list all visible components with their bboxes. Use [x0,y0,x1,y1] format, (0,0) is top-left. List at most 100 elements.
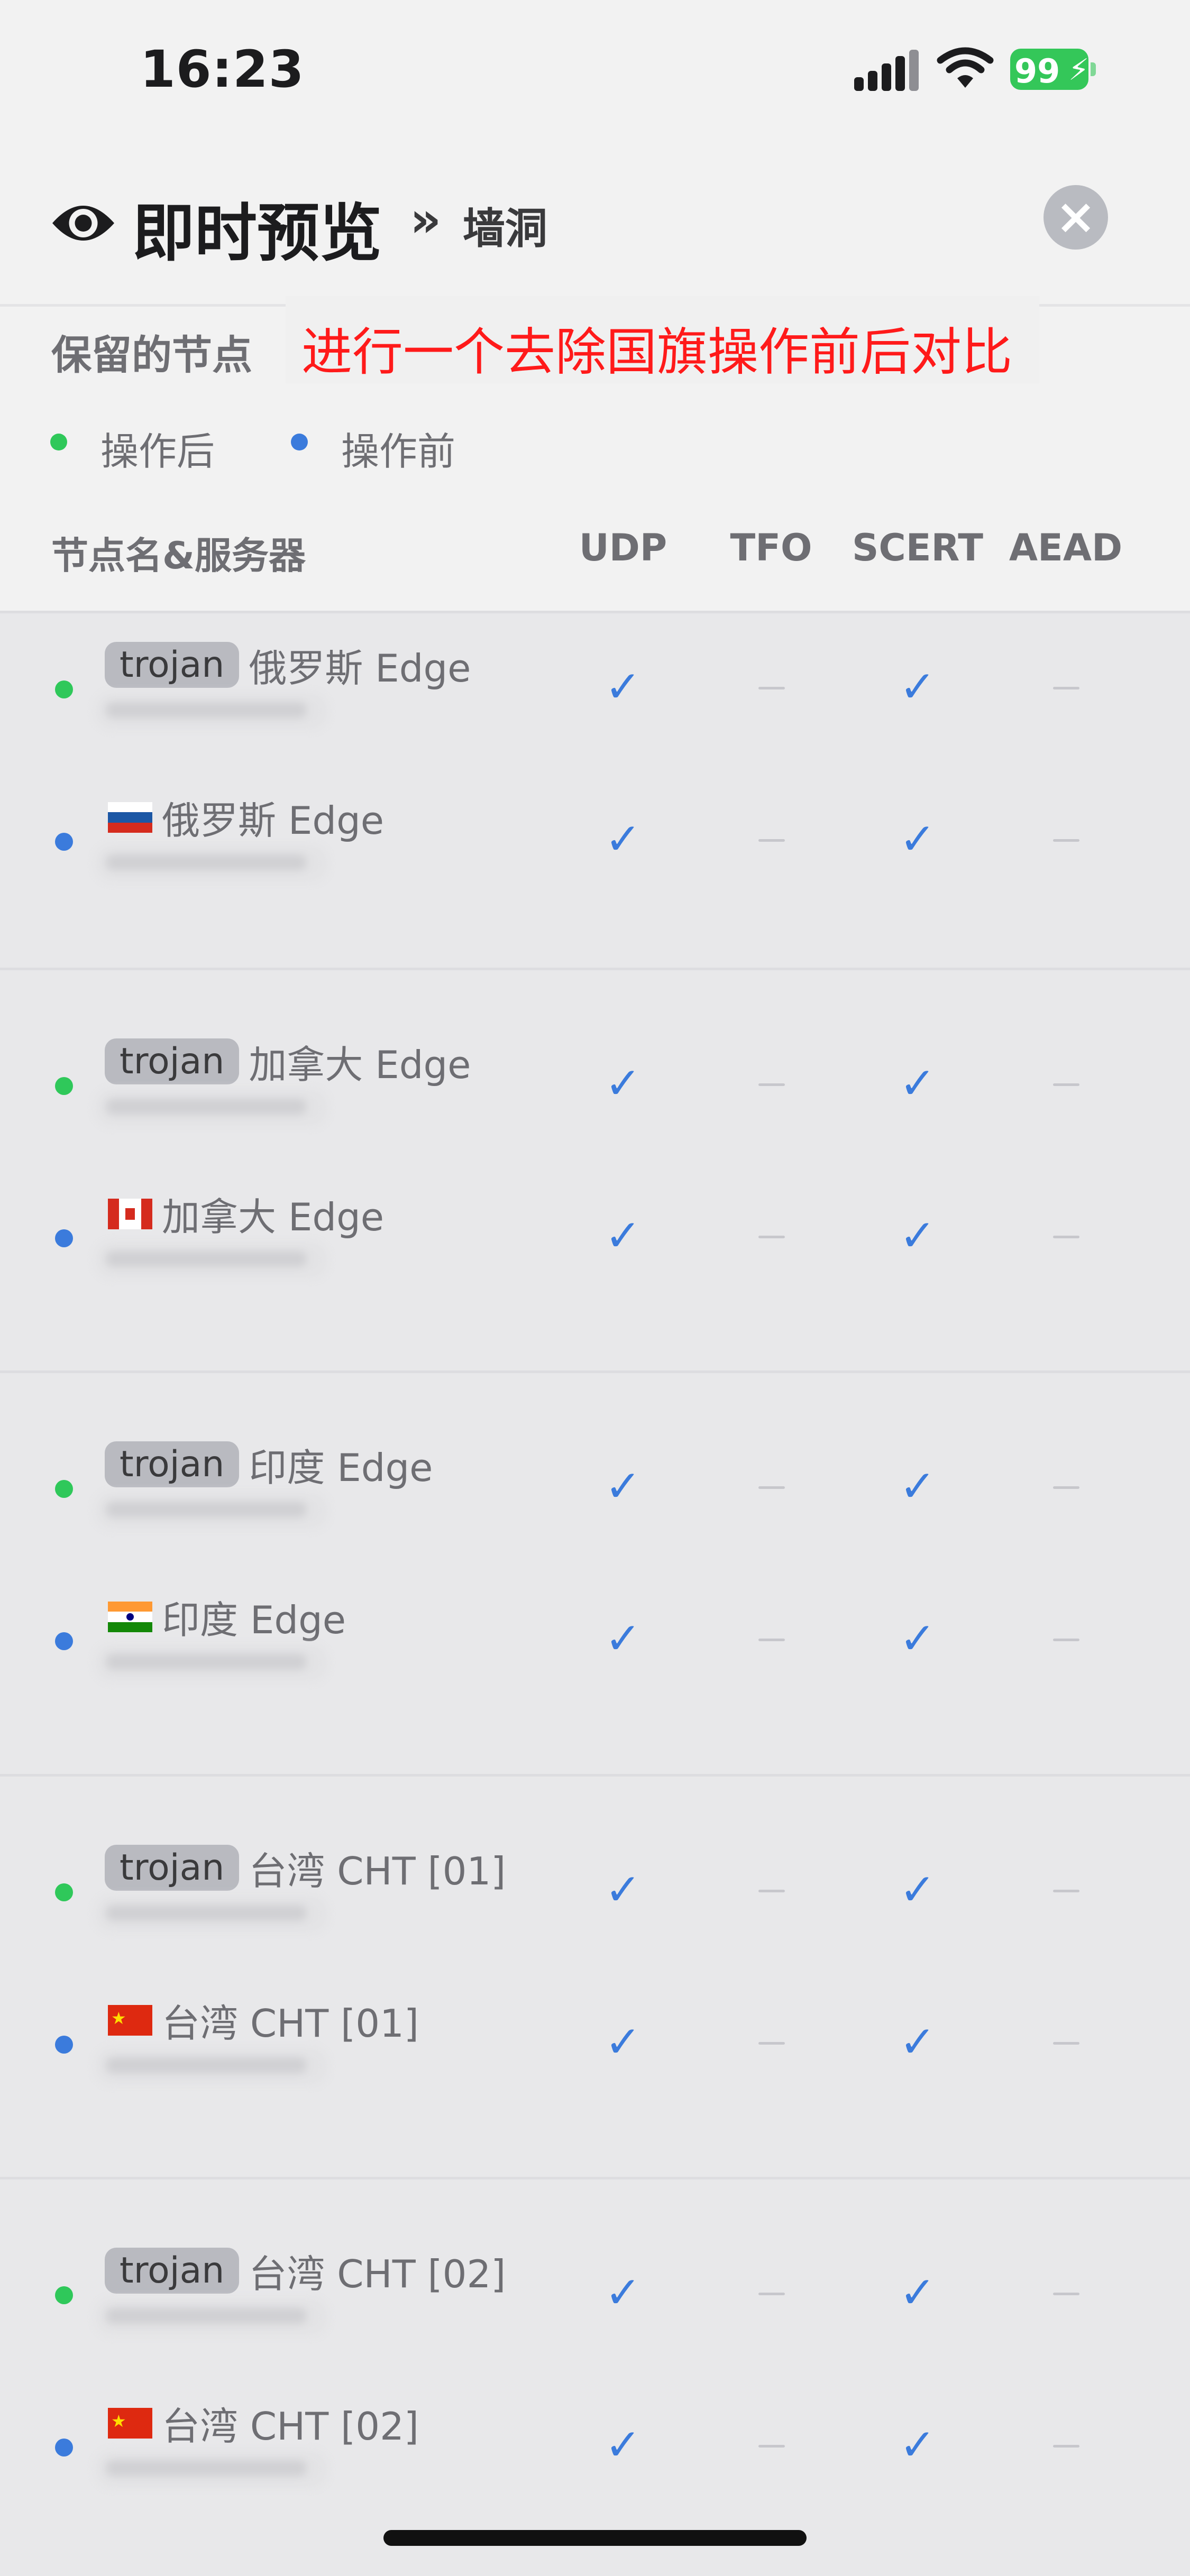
dash-icon [1053,1486,1079,1489]
node-name-line: trojan 台湾 CHT [01] [105,1840,506,1893]
dash-icon [1053,1890,1079,1892]
check-icon: ✓ [605,2017,642,2067]
aead-cell [992,1055,1140,1113]
server-address-redacted [95,1492,328,1529]
tfo-cell [697,2264,845,2322]
ca-flag-icon [108,1198,152,1229]
blue-dot-icon [55,1229,73,1247]
aead-cell [992,1207,1140,1265]
tfo-cell [697,1055,845,1113]
dash-icon [758,1890,785,1892]
node-group: trojan 加拿大 Edge ✓ ✓ 加拿大 Edge ✓ ✓ [0,968,1190,1372]
node-row-before[interactable]: 加拿大 Edge ✓ ✓ [0,1175,1190,1297]
node-row-before[interactable]: 俄罗斯 Edge ✓ ✓ [0,779,1190,900]
server-address-redacted [95,693,328,730]
check-icon: ✓ [605,2268,642,2318]
section-title: 保留的节点 [51,332,252,379]
in-flag-icon [108,1601,152,1632]
preview-page: 16:23 99 ⚡ 即时预览 » 墙洞 × 保留的节点 进行一个去除国旗操作前… [0,0,1190,2576]
battery-level: 99 [1014,52,1060,90]
node-group: trojan 俄罗斯 Edge ✓ ✓ 俄罗斯 Edge ✓ ✓ [0,611,1190,1015]
node-row-before[interactable]: ★ 台湾 CHT [02] ✓ ✓ [0,2385,1190,2506]
green-dot-icon [55,680,73,698]
tfo-cell [697,811,845,869]
node-row-after[interactable]: trojan 俄罗斯 Edge ✓ ✓ [0,627,1190,748]
column-header-udp: UDP [579,526,667,569]
home-indicator[interactable] [383,2530,807,2546]
node-name: 台湾 CHT [01] [162,2001,419,2046]
check-icon: ✓ [605,1211,642,1261]
check-icon: ✓ [605,1614,642,1664]
node-row-after[interactable]: trojan 台湾 CHT [01] ✓ ✓ [0,1829,1190,1951]
dash-icon [1053,839,1079,842]
aead-cell [992,1458,1140,1516]
wifi-icon [937,47,994,88]
close-button[interactable]: × [1043,185,1108,250]
udp-cell: ✓ [549,658,697,716]
dash-icon [758,687,785,689]
dash-icon [1053,1236,1079,1238]
check-icon: ✓ [605,1461,642,1512]
node-group: trojan 印度 Edge ✓ ✓ 印度 Edge ✓ ✓ [0,1370,1190,1775]
node-group: trojan 台湾 CHT [01] ✓ ✓ ★ 台湾 CHT [01] ✓ ✓ [0,1774,1190,2178]
dash-icon [758,1486,785,1489]
annotation-text: 进行一个去除国旗操作前后对比 [301,323,1012,382]
server-address-redacted [95,845,328,882]
check-icon: ✓ [899,2017,936,2067]
server-address-redacted [95,1896,328,1933]
aead-cell [992,1610,1140,1668]
check-icon: ✓ [899,1614,936,1664]
dash-icon [1053,2042,1079,2045]
tfo-cell [697,1458,845,1516]
column-header-scert: SCERT [852,526,984,569]
node-row-after[interactable]: trojan 台湾 CHT [02] ✓ ✓ [0,2232,1190,2354]
check-icon: ✓ [605,1059,642,1109]
node-name: 印度 Edge [249,1446,433,1490]
tfo-cell [697,2416,845,2474]
check-icon: ✓ [899,2420,936,2470]
node-name-line: trojan 加拿大 Edge [105,1034,471,1087]
server-address-redacted [95,2298,328,2335]
node-name: 台湾 CHT [01] [249,1849,506,1893]
node-row-after[interactable]: trojan 加拿大 Edge ✓ ✓ [0,1023,1190,1145]
scert-cell: ✓ [844,1207,992,1265]
green-dot-icon [55,1883,73,1901]
cn-flag-icon: ★ [108,2004,152,2036]
node-name: 台湾 CHT [02] [162,2404,419,2449]
check-icon: ✓ [899,1211,936,1261]
node-type-tag: trojan [105,642,240,688]
scert-cell: ✓ [844,1458,992,1516]
node-name-line: 加拿大 Edge [105,1186,384,1239]
node-name: 加拿大 Edge [162,1195,385,1239]
node-name: 加拿大 Edge [249,1043,471,1087]
dash-icon [758,1236,785,1238]
annotation-banner: 进行一个去除国旗操作前后对比 [286,296,1039,383]
scert-cell: ✓ [844,658,992,716]
aead-cell [992,2416,1140,2474]
column-header-aead: AEAD [1009,526,1123,569]
aead-cell [992,2013,1140,2072]
node-name-line: trojan 台湾 CHT [02] [105,2243,506,2296]
blue-dot-icon [55,833,73,851]
node-name-line: 俄罗斯 Edge [105,789,384,843]
scert-cell: ✓ [844,2264,992,2322]
node-type-tag: trojan [105,2248,240,2294]
check-icon: ✓ [605,2420,642,2470]
green-dot-icon [50,434,67,450]
node-row-before[interactable]: ★ 台湾 CHT [01] ✓ ✓ [0,1982,1190,2103]
battery-icon: 99 ⚡ [1010,49,1096,90]
dash-icon [758,839,785,842]
check-icon: ✓ [605,1865,642,1915]
node-row-before[interactable]: 印度 Edge ✓ ✓ [0,1578,1190,1700]
dash-icon [758,2042,785,2045]
tfo-cell [697,1207,845,1265]
green-dot-icon [55,1077,73,1095]
green-dot-icon [55,1480,73,1498]
close-icon: × [1055,188,1096,245]
udp-cell: ✓ [549,2013,697,2072]
blue-dot-icon [55,2036,73,2054]
node-row-after[interactable]: trojan 印度 Edge ✓ ✓ [0,1426,1190,1548]
double-chevron-right-icon: » [410,191,442,248]
check-icon: ✓ [605,662,642,712]
server-address-redacted [95,1644,328,1681]
